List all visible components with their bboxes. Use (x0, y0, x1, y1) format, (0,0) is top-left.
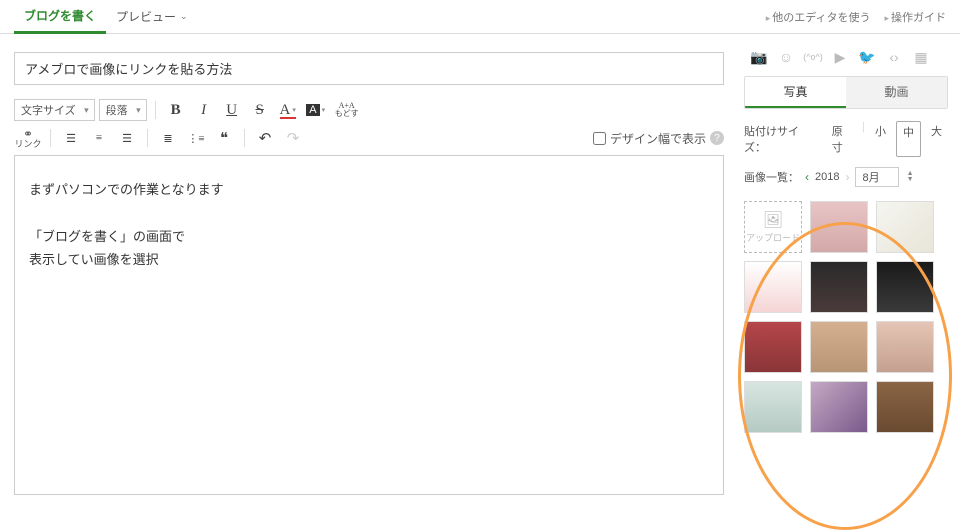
twitter-icon[interactable]: 🐦 (858, 48, 876, 66)
image-thumb[interactable] (744, 261, 802, 313)
align-left-button[interactable]: ☰ (59, 127, 83, 149)
size-large[interactable]: 大 (925, 121, 948, 157)
tab-write[interactable]: ブログを書く (14, 0, 106, 34)
design-width-label: デザイン幅で表示 (610, 130, 706, 147)
undo-button[interactable]: ↶ (253, 127, 277, 149)
editor-line: 「ブログを書く」の画面で (29, 225, 709, 248)
kaomoji-icon[interactable]: (^o^) (804, 48, 822, 66)
design-width-checkbox[interactable] (593, 132, 606, 145)
image-thumb[interactable] (810, 261, 868, 313)
media-tab-photo[interactable]: 写真 (745, 77, 846, 108)
image-grid: 🖼 アップロード (744, 201, 948, 433)
divider (147, 129, 148, 147)
size-medium[interactable]: 中 (896, 121, 921, 157)
image-thumb[interactable] (876, 261, 934, 313)
divider (244, 129, 245, 147)
image-thumb[interactable] (810, 321, 868, 373)
align-center-button[interactable]: ≡ (87, 127, 111, 149)
chevron-down-icon: ⌄ (180, 11, 188, 22)
image-thumb[interactable] (810, 201, 868, 253)
underline-button[interactable]: U (220, 99, 244, 121)
text-color-button[interactable]: A▾ (276, 99, 300, 121)
guide-link[interactable]: 操作ガイド (884, 9, 946, 25)
media-tab-video[interactable]: 動画 (846, 77, 947, 108)
sidebar-icons: 📷 ☺ (^o^) ▶ 🐦 ‹› ▦ (744, 48, 948, 66)
other-editor-link[interactable]: 他のエディタを使う (766, 9, 871, 25)
divider (50, 129, 51, 147)
editor-line: 表示してい画像を選択 (29, 248, 709, 271)
image-thumb[interactable] (810, 381, 868, 433)
embed-icon[interactable]: ‹› (885, 48, 903, 66)
redo-button[interactable]: ↷ (281, 127, 305, 149)
upload-label: アップロード (746, 233, 800, 244)
editor-pane: 文字サイズ 段落 B I U S A▾ A▾ A+A もどす ⚭リンク ☰ ≡ … (0, 34, 738, 495)
link-button[interactable]: ⚭リンク (14, 128, 42, 149)
strike-button[interactable]: S (248, 99, 272, 121)
image-thumb[interactable] (876, 321, 934, 373)
blockquote-button[interactable]: ❝ (212, 127, 236, 149)
unordered-list-button[interactable]: ⋮≡ (184, 127, 208, 149)
post-title-input[interactable] (14, 52, 724, 85)
media-tabs: 写真 動画 (744, 76, 948, 109)
next-year-button[interactable]: › (845, 170, 849, 184)
paste-size-label: 貼付けサイズ： (744, 123, 820, 155)
help-icon[interactable]: ? (710, 131, 724, 145)
bold-button[interactable]: B (164, 99, 188, 121)
grid-icon[interactable]: ▦ (912, 48, 930, 66)
highlight-button[interactable]: A▾ (304, 99, 328, 121)
year-value: 2018 (815, 171, 839, 183)
image-thumb[interactable] (876, 381, 934, 433)
align-right-button[interactable]: ☰ (115, 127, 139, 149)
month-select[interactable]: 8月 (855, 167, 898, 187)
top-right-links: 他のエディタを使う 操作ガイド (766, 9, 946, 25)
editor-body[interactable]: まずパソコンでの作業となります 「ブログを書く」の画面で 表示してい画像を選択 (14, 155, 724, 495)
month-stepper[interactable]: ▲▼ (907, 171, 914, 183)
tab-preview-label: プレビュー (116, 8, 176, 25)
image-list-label: 画像一覧： (744, 169, 799, 185)
italic-button[interactable]: I (192, 99, 216, 121)
reset-format-button[interactable]: A+A もどす (332, 99, 362, 121)
image-icon: 🖼 (763, 211, 783, 230)
camera-icon[interactable]: 📷 (750, 48, 768, 66)
size-original[interactable]: 原寸 (826, 121, 858, 157)
media-sidebar: 📷 ☺ (^o^) ▶ 🐦 ‹› ▦ 写真 動画 貼付けサイズ： 原寸 | 小 … (738, 34, 960, 495)
tab-preview[interactable]: プレビュー ⌄ (106, 0, 198, 34)
ordered-list-button[interactable]: ≣ (156, 127, 180, 149)
divider (155, 101, 156, 119)
editor-line: まずパソコンでの作業となります (29, 178, 709, 201)
face-icon[interactable]: ☺ (777, 48, 795, 66)
upload-button[interactable]: 🖼 アップロード (744, 201, 802, 253)
paragraph-select[interactable]: 段落 (99, 99, 147, 121)
size-small[interactable]: 小 (869, 121, 892, 157)
image-thumb[interactable] (744, 381, 802, 433)
top-tab-bar: ブログを書く プレビュー ⌄ 他のエディタを使う 操作ガイド (0, 0, 960, 34)
formatting-toolbar: 文字サイズ 段落 B I U S A▾ A▾ A+A もどす (14, 99, 724, 121)
image-thumb[interactable] (876, 201, 934, 253)
secondary-toolbar: ⚭リンク ☰ ≡ ☰ ≣ ⋮≡ ❝ ↶ ↷ デザイン幅で表示 ? (14, 127, 724, 149)
image-thumb[interactable] (744, 321, 802, 373)
youtube-icon[interactable]: ▶ (831, 48, 849, 66)
font-size-select[interactable]: 文字サイズ (14, 99, 95, 121)
prev-year-button[interactable]: ‹ (805, 170, 809, 184)
